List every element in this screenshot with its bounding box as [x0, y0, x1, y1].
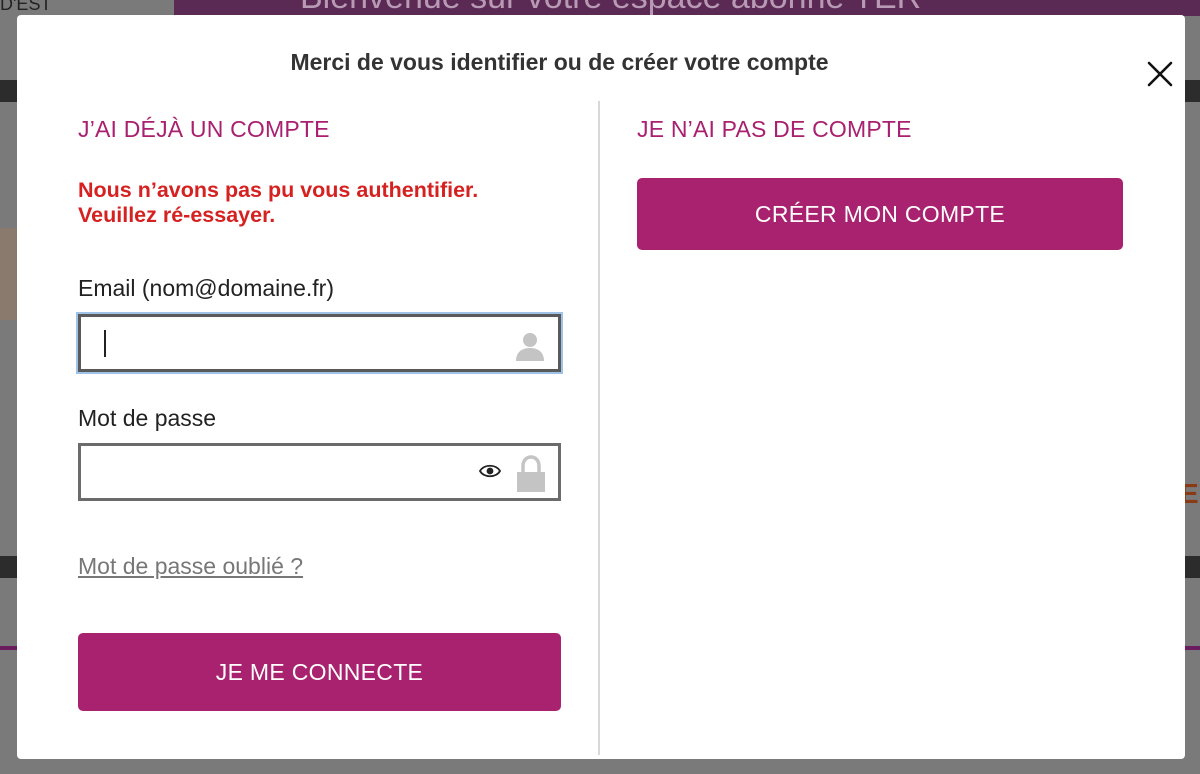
signup-heading: JE N’AI PAS DE COMPTE	[637, 116, 912, 142]
auth-error-message: Nous n’avons pas pu vous authentifier. V…	[78, 178, 578, 228]
user-icon	[516, 333, 544, 361]
background-left-text: D'EST	[0, 0, 52, 14]
show-password-eye-icon[interactable]	[479, 463, 501, 479]
login-heading: J’AI DÉJÀ UN COMPTE	[78, 116, 330, 142]
close-icon	[1147, 61, 1173, 87]
auth-error-line-2: Veuillez ré-essayer.	[78, 203, 276, 227]
column-divider	[598, 101, 600, 755]
email-field-container	[78, 314, 561, 372]
text-caret	[104, 330, 106, 357]
forgot-password-link[interactable]: Mot de passe oublié ?	[78, 553, 303, 580]
create-account-button[interactable]: CRÉER MON COMPTE	[637, 178, 1123, 250]
password-label: Mot de passe	[78, 405, 217, 431]
lock-icon	[517, 455, 545, 492]
background-banner: Bienvenue sur votre espace abonné TER	[174, 0, 1200, 16]
background-banner-text: Bienvenue sur votre espace abonné TER	[300, 0, 921, 16]
login-button[interactable]: JE ME CONNECTE	[78, 633, 561, 711]
email-label: Email (nom@domaine.fr)	[78, 275, 334, 301]
auth-error-line-1: Nous n’avons pas pu vous authentifier.	[78, 178, 479, 202]
email-field[interactable]	[81, 317, 558, 369]
background-thumbnail	[0, 228, 18, 320]
password-field-container	[78, 443, 561, 501]
login-modal: Merci de vous identifier ou de créer vot…	[17, 15, 1185, 759]
close-button[interactable]	[1145, 59, 1175, 89]
modal-title: Merci de vous identifier ou de créer vot…	[290, 49, 829, 75]
